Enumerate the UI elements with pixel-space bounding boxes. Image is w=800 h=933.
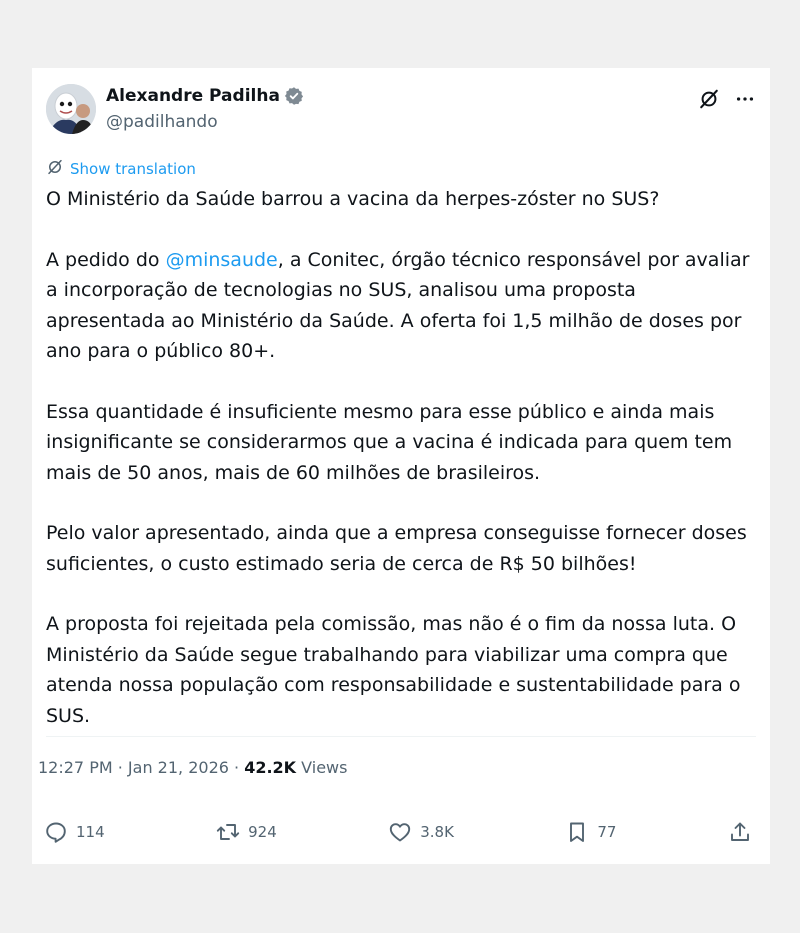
tweet-card: Alexandre Padilha @padilhando Show trans… [32,68,770,864]
views-label: Views [301,758,348,777]
avatar[interactable] [46,84,96,134]
tweet-paragraph-3: Essa quantidade é insuficiente mesmo par… [46,400,733,484]
action-bar: 114 924 3.8K 77 [44,820,752,844]
bookmark-button[interactable]: 77 [565,820,616,844]
reply-icon [46,822,66,843]
tweet-paragraph-2: A pedido do @minsaude, a Conitec, órgão … [46,245,758,367]
show-translation-link[interactable]: Show translation [46,158,196,180]
tweet-date[interactable]: Jan 21, 2026 [128,758,229,777]
repost-count: 924 [248,823,277,841]
author-name-row: Alexandre Padilha [106,86,304,106]
translate-icon [46,158,64,180]
meta-separator: · [228,758,245,777]
bookmark-count: 77 [597,823,617,841]
share-button[interactable] [728,820,752,844]
show-translation-label[interactable]: Show translation [70,160,196,178]
like-count: 3.8K [420,823,454,841]
like-button[interactable]: 3.8K [388,820,454,844]
grok-icon[interactable] [698,88,720,110]
repost-icon [216,824,240,840]
verified-badge-icon[interactable] [284,86,304,106]
views-count: 42.2K [244,758,297,777]
divider [46,736,756,737]
share-icon [731,822,749,841]
reply-button[interactable]: 114 [44,820,105,844]
tweet-meta: 12:27 PM · Jan 21, 2026 · 42.2K Views [38,758,347,777]
more-icon[interactable] [734,88,756,110]
tweet-header: Alexandre Padilha @padilhando [46,84,756,136]
author-name[interactable]: Alexandre Padilha [106,86,280,106]
header-actions [698,88,756,110]
author-handle[interactable]: @padilhando [106,112,218,132]
tweet-paragraph-1: O Ministério da Saúde barrou a vacina da… [46,188,660,210]
tweet-time[interactable]: 12:27 PM [38,758,113,777]
paragraph-2-start: A pedido do [46,248,166,271]
tweet-text: O Ministério da Saúde barrou a vacina da… [46,184,758,731]
bookmark-icon [570,822,585,842]
reply-count: 114 [76,823,105,841]
mention-link[interactable]: @minsaude [166,249,278,271]
tweet-paragraph-4: Pelo valor apresentado, ainda que a empr… [46,522,747,575]
meta-separator: · [112,758,128,777]
repost-button[interactable]: 924 [216,820,277,844]
tweet-paragraph-5: A proposta foi rejeitada pela comissão, … [46,613,741,727]
like-icon [390,823,411,842]
